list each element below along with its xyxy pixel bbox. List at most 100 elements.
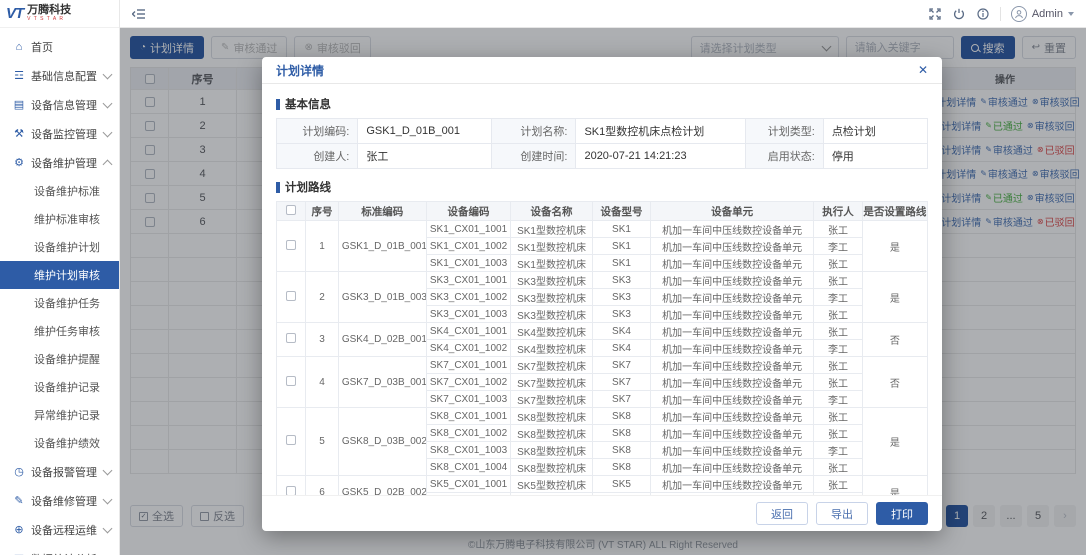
sidebar-item-label: 基础信息配置: [31, 68, 104, 84]
chevron-down-icon: [103, 69, 113, 79]
close-icon[interactable]: ✕: [918, 64, 928, 76]
caret-down-icon: [1068, 12, 1074, 16]
device-code-cell: SK8_CX01_1001: [426, 408, 511, 425]
power-icon[interactable]: [952, 7, 966, 21]
sidebar-item-remote-ops[interactable]: ⊕ 设备远程运维: [0, 515, 119, 544]
export-button[interactable]: 导出: [816, 502, 868, 525]
sidebar-item-abnormal-record[interactable]: 异常维护记录: [0, 401, 119, 429]
executor-cell: 张工: [814, 221, 863, 238]
sidebar-item-label: 首页: [31, 39, 111, 55]
sidebar-item-plan-audit-active[interactable]: 维护计划审核: [0, 261, 119, 289]
route-set-cell: 是: [862, 476, 927, 496]
device-model-cell: SK3: [592, 289, 651, 306]
device-name-cell: SK7型数控机床: [511, 374, 592, 391]
home-icon: ⌂: [12, 41, 26, 53]
device-code-cell: SK4_CX01_1001: [426, 323, 511, 340]
sidebar-item-maintenance-standard[interactable]: 设备维护标准: [0, 177, 119, 205]
executor-cell: 张工: [814, 255, 863, 272]
brand-mark: VT: [6, 5, 23, 22]
device-code-cell: SK7_CX01_1003: [426, 391, 511, 408]
sidebar-item-maintenance-remind[interactable]: 设备维护提醒: [0, 345, 119, 373]
device-model-cell: SK4: [592, 340, 651, 357]
sidebar-item-device-repair[interactable]: ✎ 设备维修管理: [0, 486, 119, 515]
basic-info-section-title: 基本信息: [276, 96, 928, 112]
print-button[interactable]: 打印: [876, 502, 928, 525]
sidebar-item-data-stats[interactable]: ▥ 数据统计分析: [0, 544, 119, 555]
back-button[interactable]: 返回: [756, 502, 808, 525]
repair-pen-icon: ✎: [12, 494, 26, 507]
device-unit-cell: 机加一车间中压线数控设备单元: [651, 408, 814, 425]
device-unit-cell: 机加一车间中压线数控设备单元: [651, 357, 814, 374]
device-code-cell: SK8_CX01_1004: [426, 459, 511, 476]
executor-cell: 李工: [814, 391, 863, 408]
user-menu[interactable]: Admin: [1011, 6, 1074, 22]
device-model-cell: SK8: [592, 459, 651, 476]
route-table: 序号 标准编码 设备编码 设备名称 设备型号 设备单元 执行人 是否设置路线 1…: [276, 201, 928, 495]
device-model-cell: SK7: [592, 374, 651, 391]
std-code-cell: GSK7_D_03B_001: [338, 357, 426, 408]
collapse-sidebar-icon[interactable]: [132, 8, 146, 20]
sidebar-item-standard-audit[interactable]: 维护标准审核: [0, 205, 119, 233]
device-name-cell: SK7型数控机床: [511, 391, 592, 408]
device-code-cell: SK7_CX01_1001: [426, 357, 511, 374]
device-code-cell: SK1_CX01_1001: [426, 221, 511, 238]
std-code-cell: GSK8_D_03B_002: [338, 408, 426, 476]
plan-name-label: 计划名称:: [491, 119, 576, 144]
route-select-all-checkbox[interactable]: [286, 205, 296, 215]
col-device-unit: 设备单元: [651, 202, 814, 221]
executor-cell: 李工: [814, 289, 863, 306]
config-icon: ☲: [12, 69, 26, 82]
row-checkbox[interactable]: [286, 376, 296, 386]
info-icon[interactable]: [976, 7, 990, 21]
sidebar-item-maintenance-kpi[interactable]: 设备维护绩效: [0, 429, 119, 457]
top-header: Admin: [120, 0, 1086, 28]
device-name-cell: SK8型数控机床: [511, 442, 592, 459]
device-unit-cell: 机加一车间中压线数控设备单元: [651, 476, 814, 493]
modal-footer: 返回 导出 打印: [262, 495, 942, 531]
col-device-code: 设备编码: [426, 202, 511, 221]
device-model-cell: SK3: [592, 306, 651, 323]
device-name-cell: SK4型数控机床: [511, 323, 592, 340]
device-name-cell: SK1型数控机床: [511, 255, 592, 272]
create-time-label: 创建时间:: [491, 144, 576, 169]
executor-cell: 张工: [814, 425, 863, 442]
section-marker: [276, 99, 280, 110]
sidebar-item-device-monitor[interactable]: ⚒ 设备监控管理: [0, 119, 119, 148]
device-unit-cell: 机加一车间中压线数控设备单元: [651, 255, 814, 272]
row-checkbox[interactable]: [286, 240, 296, 250]
sidebar-item-device-maintenance[interactable]: ⚙ 设备维护管理: [0, 148, 119, 177]
device-model-cell: SK4: [592, 323, 651, 340]
brand-logo: VT 万腾科技 V T S T A R: [0, 0, 119, 28]
col-device-name: 设备名称: [511, 202, 592, 221]
sidebar-item-basic-config[interactable]: ☲ 基础信息配置: [0, 61, 119, 90]
plan-detail-modal: 计划详情 ✕ 基本信息 计划编码: GSK1_D_01B_001 计划名称: S…: [262, 57, 942, 531]
sidebar-item-maintenance-record[interactable]: 设备维护记录: [0, 373, 119, 401]
section-marker: [276, 182, 280, 193]
sidebar-item-device-info[interactable]: ▤ 设备信息管理: [0, 90, 119, 119]
sidebar-item-maintenance-plan[interactable]: 设备维护计划: [0, 233, 119, 261]
row-checkbox[interactable]: [286, 291, 296, 301]
row-checkbox[interactable]: [286, 333, 296, 343]
plan-type-value: 点检计划: [823, 119, 927, 144]
plan-code-label: 计划编码:: [277, 119, 358, 144]
device-code-cell: SK1_CX01_1003: [426, 255, 511, 272]
route-section-title: 计划路线: [276, 179, 928, 195]
device-code-cell: SK4_CX01_1002: [426, 340, 511, 357]
status-label: 启用状态:: [745, 144, 823, 169]
row-checkbox[interactable]: [286, 435, 296, 445]
executor-cell: 张工: [814, 357, 863, 374]
gear-icon: ⚙: [12, 156, 26, 169]
sidebar-item-task-audit[interactable]: 维护任务审核: [0, 317, 119, 345]
fullscreen-icon[interactable]: [928, 7, 942, 21]
col-std-code: 标准编码: [338, 202, 426, 221]
alarm-gauge-icon: ◷: [12, 465, 26, 478]
executor-cell: 李工: [814, 340, 863, 357]
sidebar-item-maintenance-task[interactable]: 设备维护任务: [0, 289, 119, 317]
device-code-cell: SK8_CX01_1002: [426, 425, 511, 442]
device-name-cell: SK3型数控机床: [511, 306, 592, 323]
sidebar-item-label: 设备报警管理: [31, 464, 104, 480]
sidebar-item-device-alarm[interactable]: ◷ 设备报警管理: [0, 457, 119, 486]
row-checkbox[interactable]: [286, 486, 296, 495]
sidebar-item-home[interactable]: ⌂ 首页: [0, 32, 119, 61]
device-unit-cell: 机加一车间中压线数控设备单元: [651, 425, 814, 442]
